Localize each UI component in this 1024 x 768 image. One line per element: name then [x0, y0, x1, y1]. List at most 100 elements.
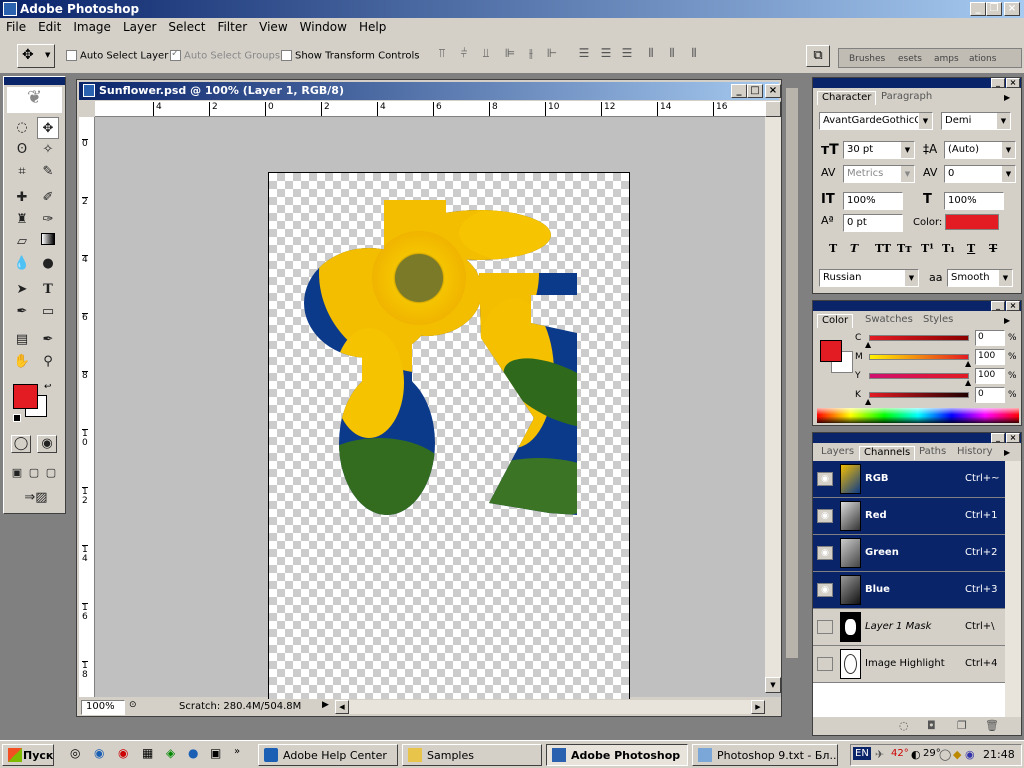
scroll-up-button[interactable] — [765, 101, 781, 117]
align-vcenter-icon[interactable]: ⫩ — [454, 46, 474, 64]
slider-knob[interactable]: ▲ — [865, 397, 871, 406]
color-palette-title-bar[interactable] — [813, 301, 1021, 311]
channel-row-red[interactable]: ◉ Red Ctrl+1 — [813, 498, 1005, 535]
show-transform-controls-checkbox[interactable] — [281, 50, 292, 61]
slider-track[interactable] — [869, 373, 969, 379]
slider-track[interactable] — [869, 392, 969, 398]
quick-launch-icon-2[interactable]: ◉ — [94, 746, 104, 760]
character-close-button[interactable]: × — [1006, 78, 1020, 88]
default-colors-icon[interactable] — [13, 414, 21, 422]
jump-to-imageready-icon[interactable]: ⇒▨ — [11, 487, 61, 509]
ruler-origin[interactable] — [79, 101, 95, 117]
horizontal-scale-field[interactable]: 100% — [944, 192, 1004, 210]
tray-icon-volume[interactable]: ◯ — [939, 748, 951, 761]
slider-track[interactable] — [869, 335, 969, 341]
channels-minimize-button[interactable]: _ — [991, 433, 1005, 443]
superscript-button[interactable]: T¹ — [921, 242, 934, 255]
slider-knob[interactable]: ▲ — [965, 359, 971, 368]
eye-icon[interactable]: ◉ — [817, 583, 833, 597]
color-close-button[interactable]: × — [1006, 301, 1020, 311]
channel-row-green[interactable]: ◉ Green Ctrl+2 — [813, 535, 1005, 572]
lasso-tool-icon[interactable]: ʘ — [11, 139, 33, 161]
align-left-icon[interactable]: ⊫ — [500, 46, 520, 64]
taskbar-button-notepad[interactable]: Photoshop 9.txt - Бл... — [692, 744, 838, 766]
palette-well-icon[interactable]: ⧉ — [806, 45, 830, 67]
tray-icon-a[interactable]: ◆ — [953, 748, 961, 761]
brush-tool-icon[interactable]: ✐ — [37, 187, 59, 209]
color-spectrum-bar[interactable] — [817, 408, 1019, 423]
slice-tool-icon[interactable]: ✎ — [37, 161, 59, 183]
tab-color[interactable]: Color — [817, 314, 854, 328]
all-caps-button[interactable]: TT — [875, 242, 891, 255]
strikethrough-button[interactable]: T — [989, 242, 997, 255]
antialias-select[interactable]: Smooth ▼ — [947, 269, 1013, 287]
doc-close-button[interactable]: × — [765, 84, 781, 98]
marquee-tool-icon[interactable]: ◌ — [11, 117, 33, 139]
foreground-color-swatch[interactable] — [13, 384, 38, 409]
channels-menu-icon[interactable]: ▶ — [1004, 448, 1010, 457]
tray-icon-sensor[interactable]: ◐ — [911, 748, 921, 761]
taskbar-button-photoshop[interactable]: Adobe Photoshop — [546, 744, 688, 766]
tool-preset-picker[interactable]: ✥ ▼ — [17, 44, 55, 68]
slider-value-field[interactable]: 100 — [975, 349, 1005, 365]
auto-select-layer-checkbox[interactable] — [66, 50, 77, 61]
tab-swatches[interactable]: Swatches — [861, 314, 917, 328]
color-menu-icon[interactable]: ▶ — [1004, 316, 1010, 325]
minimize-button[interactable]: _ — [970, 2, 986, 16]
scroll-down-button[interactable]: ▼ — [765, 677, 781, 693]
menu-image[interactable]: Image — [67, 18, 117, 36]
color-fg-swatch[interactable] — [820, 340, 842, 362]
align-hcenter-icon[interactable]: ⫲ — [521, 46, 541, 64]
color-minimize-button[interactable]: _ — [991, 301, 1005, 311]
character-palette-title-bar[interactable] — [813, 78, 1021, 88]
tab-character[interactable]: Character — [817, 91, 877, 105]
save-selection-icon[interactable]: ◘ — [927, 719, 936, 732]
slider-value-field[interactable]: 0 — [975, 330, 1005, 346]
magic-wand-tool-icon[interactable]: ✧ — [37, 139, 59, 161]
status-icon[interactable]: ⊙ — [129, 700, 143, 714]
channel-row-layer-mask[interactable]: Layer 1 Mask Ctrl+\ — [813, 609, 1005, 646]
well-tab-stamps[interactable]: amps — [934, 54, 959, 64]
menu-edit[interactable]: Edit — [32, 18, 67, 36]
leading-select[interactable]: (Auto) ▼ — [944, 141, 1016, 159]
swap-colors-icon[interactable]: ↩ — [44, 382, 52, 392]
eye-icon[interactable]: ◉ — [817, 546, 833, 560]
channels-palette-title-bar[interactable] — [813, 433, 1021, 443]
zoom-tool-icon[interactable]: ⚲ — [37, 351, 59, 373]
vertical-scrollbar[interactable] — [765, 117, 781, 677]
align-bottom-icon[interactable]: ⫫ — [476, 46, 496, 64]
distribute-hcenter-icon[interactable]: ⦀ — [662, 46, 682, 64]
channel-row-blue[interactable]: ◉ Blue Ctrl+3 — [813, 572, 1005, 609]
doc-minimize-button[interactable]: _ — [731, 84, 747, 98]
character-minimize-button[interactable]: _ — [991, 78, 1005, 88]
character-menu-icon[interactable]: ▶ — [1004, 93, 1010, 102]
align-right-icon[interactable]: ⊩ — [542, 46, 562, 64]
distribute-vcenter-icon[interactable]: ☰ — [596, 46, 616, 64]
small-caps-button[interactable]: Tт — [897, 242, 912, 255]
tab-layers[interactable]: Layers — [817, 446, 858, 460]
path-selection-tool-icon[interactable]: ➤ — [11, 279, 33, 301]
notes-tool-icon[interactable]: ▤ — [11, 329, 33, 351]
clone-stamp-tool-icon[interactable]: ♜ — [11, 209, 33, 231]
quick-launch-icon-5[interactable]: ◈ — [166, 746, 175, 760]
eye-slot[interactable] — [817, 620, 833, 634]
history-brush-tool-icon[interactable]: ✑ — [37, 209, 59, 231]
move-tool-icon[interactable]: ✥ — [37, 117, 59, 139]
status-menu-arrow-icon[interactable]: ▶ — [322, 700, 329, 710]
auto-select-groups-option[interactable]: Auto Select Groups — [170, 48, 280, 62]
channel-row-rgb[interactable]: ◉ RGB Ctrl+~ — [813, 461, 1005, 498]
faux-italic-button[interactable]: T — [850, 242, 858, 255]
eyedropper-tool-icon[interactable]: ✒ — [37, 329, 59, 351]
tray-icon-network[interactable]: ✈ — [875, 748, 884, 761]
zoom-field[interactable]: 100% — [81, 700, 125, 715]
doc-maximize-button[interactable]: □ — [747, 84, 763, 98]
align-top-icon[interactable]: ⫪ — [432, 46, 452, 64]
well-tab-actions[interactable]: ations — [969, 54, 996, 64]
underline-button[interactable]: T — [967, 242, 975, 255]
tray-icon-b[interactable]: ◉ — [965, 748, 975, 761]
font-style-select[interactable]: Demi ▼ — [941, 112, 1011, 130]
slider-knob[interactable]: ▲ — [965, 378, 971, 387]
delete-channel-icon[interactable]: 🗑 — [985, 719, 999, 732]
language-indicator[interactable]: EN — [853, 747, 871, 760]
type-tool-icon[interactable]: T — [37, 279, 59, 301]
